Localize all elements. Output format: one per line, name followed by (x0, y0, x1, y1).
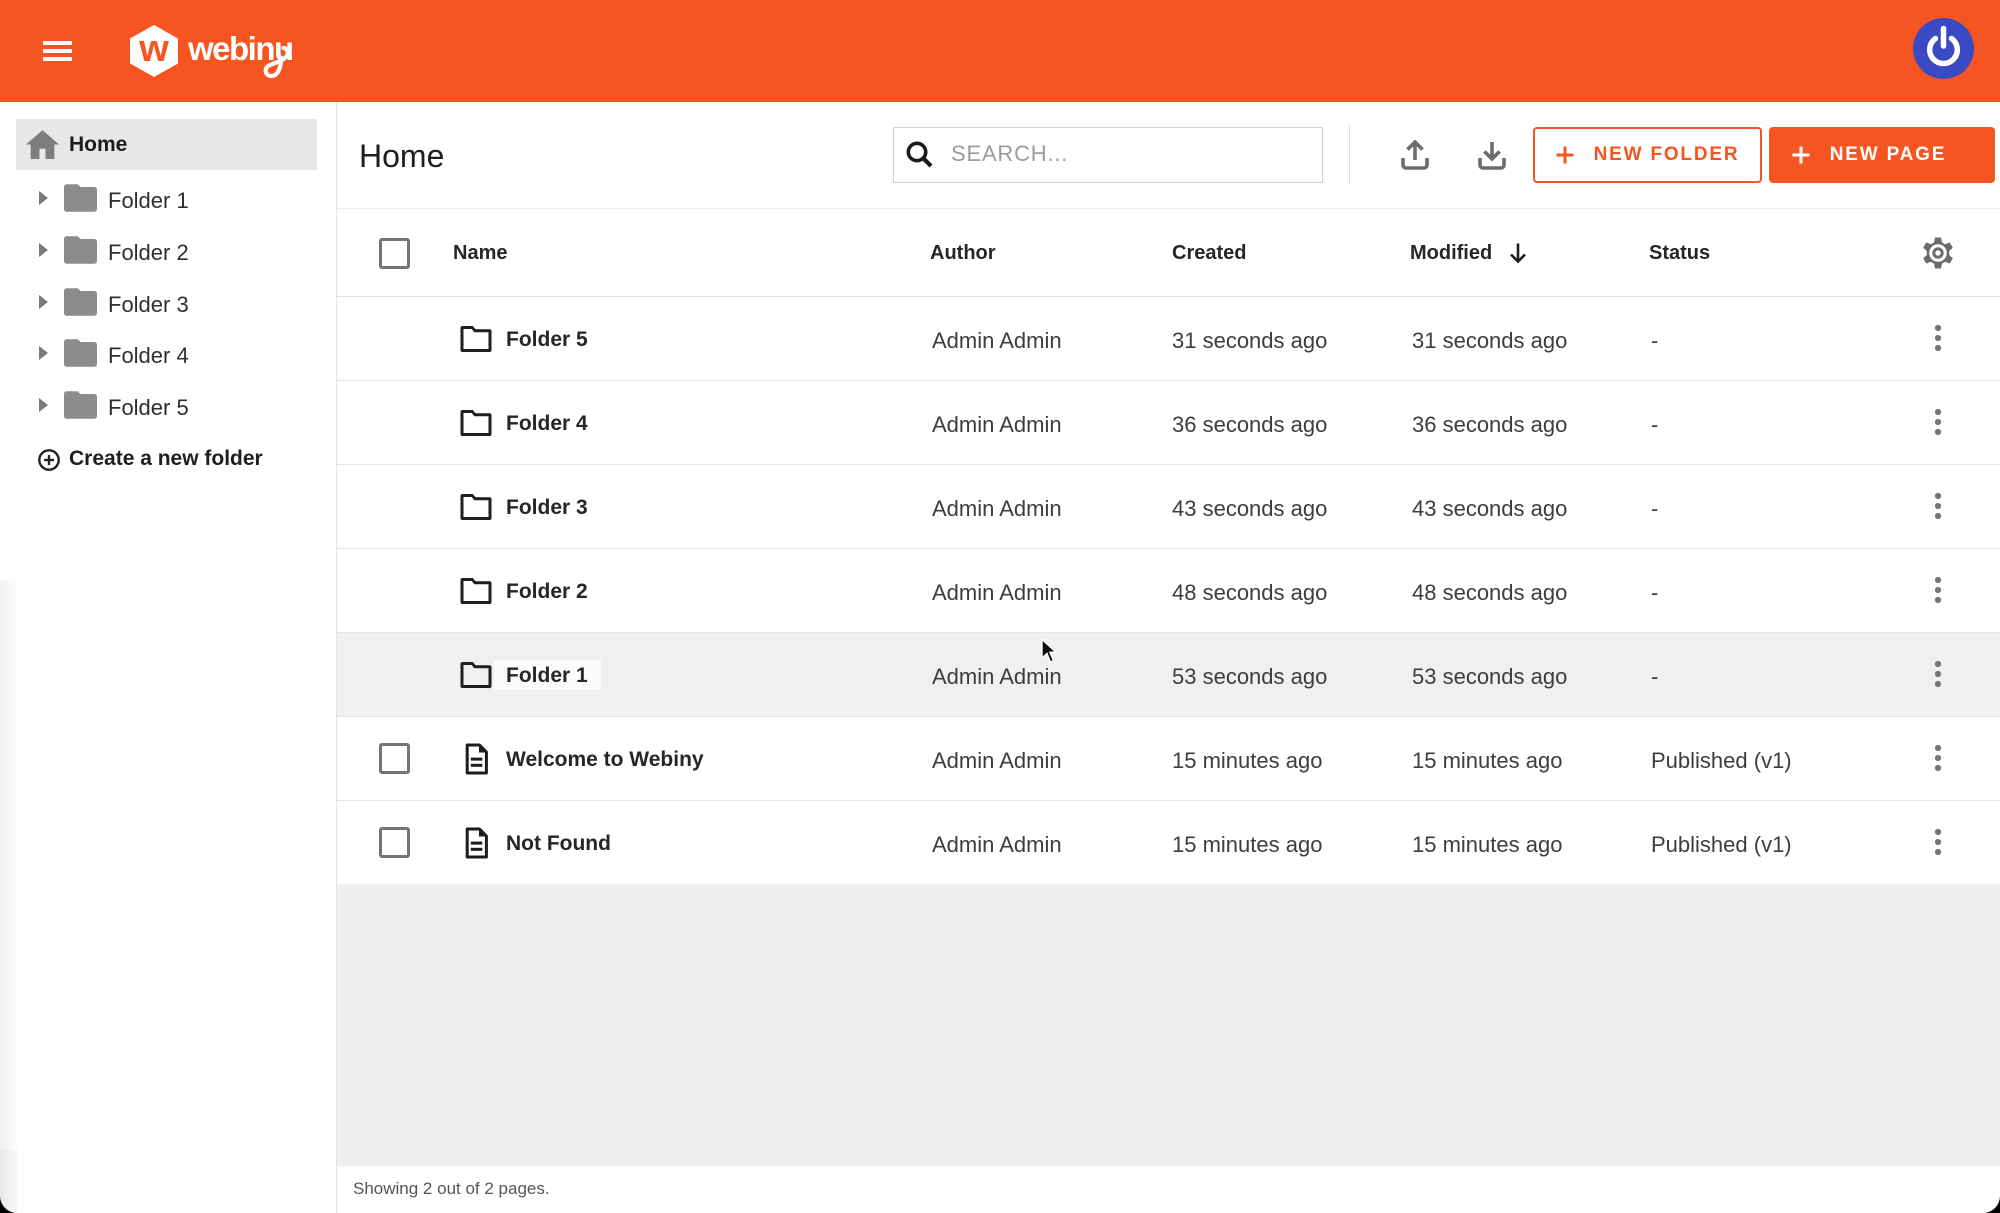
svg-text:w: w (138, 28, 169, 70)
